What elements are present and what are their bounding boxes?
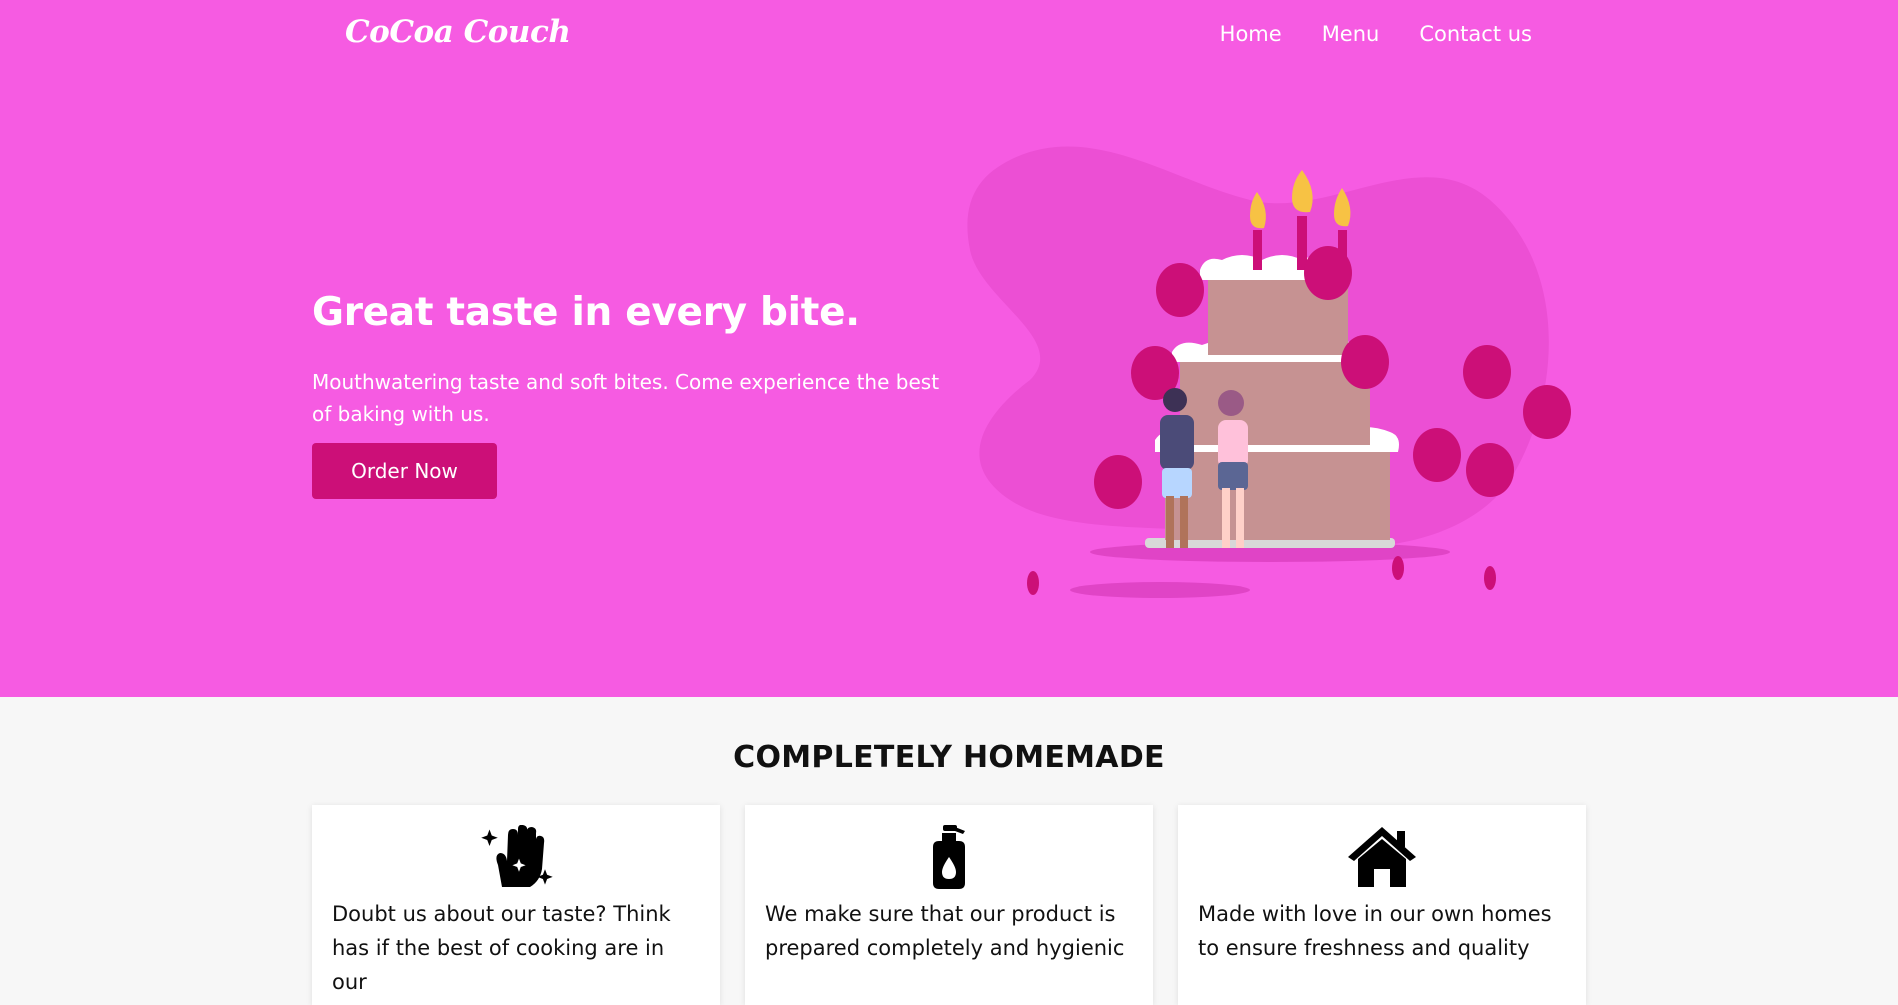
hero-subtitle: Mouthwatering taste and soft bites. Come… xyxy=(312,370,940,426)
person-shorts xyxy=(1218,462,1248,490)
person-leg xyxy=(1236,488,1244,548)
person-leg xyxy=(1180,496,1188,548)
balloon xyxy=(1463,345,1511,399)
order-now-button[interactable]: Order Now xyxy=(312,443,497,499)
nav-home-link[interactable]: Home xyxy=(1220,22,1282,46)
person-shorts xyxy=(1162,468,1192,498)
hero-title: Great taste in every bite. xyxy=(312,290,860,335)
balloon xyxy=(1304,246,1352,300)
balloon xyxy=(1466,443,1514,497)
balloon xyxy=(1341,335,1389,389)
section-title: COMPLETELY HOMEMADE xyxy=(733,740,1165,775)
cake-tier-bottom xyxy=(1165,440,1390,540)
main-nav: Home Menu Contact us xyxy=(1220,22,1532,46)
feature-card-text: Doubt us about our taste? Think has if t… xyxy=(332,902,671,994)
soap-dispenser-icon xyxy=(933,825,965,889)
balloon xyxy=(1413,428,1461,482)
feature-card: Made with love in our own homes to ensur… xyxy=(1178,805,1586,1005)
brand-logo[interactable]: CoCoa Couch xyxy=(345,14,571,50)
balloon xyxy=(1156,263,1204,317)
home-icon xyxy=(1348,827,1416,887)
candle xyxy=(1253,230,1262,270)
feature-card-text: Made with love in our own homes to ensur… xyxy=(1198,902,1552,960)
leaf xyxy=(1484,566,1496,590)
hero-section: CoCoa Couch Home Menu Contact us Great t… xyxy=(0,0,1898,697)
candle-flame xyxy=(1250,192,1266,229)
person-shirt xyxy=(1160,415,1194,470)
person-shirt xyxy=(1218,420,1248,468)
feature-card: Doubt us about our taste? Think has if t… xyxy=(312,805,720,1005)
balloon xyxy=(1094,455,1142,509)
balloon xyxy=(1523,385,1571,439)
birthday-cake-illustration xyxy=(967,146,1571,598)
couple-shadow xyxy=(1070,582,1250,598)
candle-flame xyxy=(1292,170,1313,213)
leaf xyxy=(1027,571,1039,595)
person-leg xyxy=(1166,496,1174,548)
feature-card: We make sure that our product is prepare… xyxy=(745,805,1153,1005)
person-leg xyxy=(1222,488,1230,548)
nav-menu-link[interactable]: Menu xyxy=(1322,22,1380,46)
clean-hand-icon xyxy=(481,825,553,887)
feature-card-text: We make sure that our product is prepare… xyxy=(765,902,1125,960)
nav-contact-link[interactable]: Contact us xyxy=(1419,22,1532,46)
person-head xyxy=(1163,388,1187,412)
person-head xyxy=(1218,390,1244,416)
leaf xyxy=(1392,556,1404,580)
candle xyxy=(1297,216,1307,270)
